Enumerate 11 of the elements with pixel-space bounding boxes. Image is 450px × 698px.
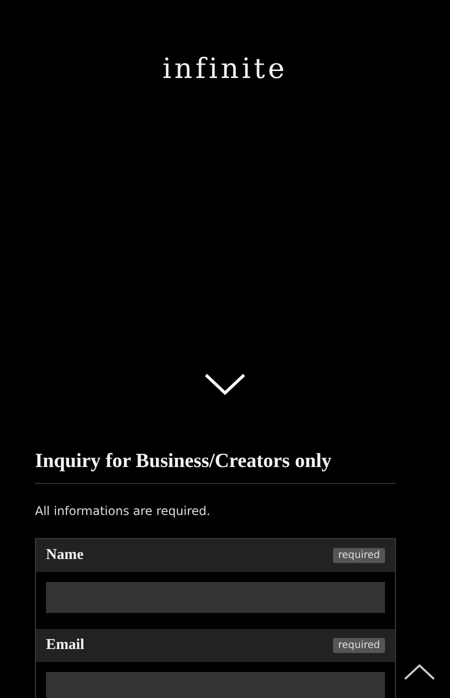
required-badge: required [333, 548, 385, 563]
section-title: Inquiry for Business/Creators only [35, 450, 396, 484]
input-field[interactable] [46, 672, 385, 698]
chevron-down-icon[interactable] [204, 373, 246, 395]
form-note: All informations are required. [35, 504, 212, 518]
site-logo[interactable]: infinite [162, 52, 288, 85]
input-field[interactable] [46, 582, 385, 613]
required-badge: required [333, 638, 385, 653]
field-label: Email [46, 637, 84, 654]
field-label: Name [46, 547, 84, 564]
back-to-top-icon[interactable] [404, 664, 435, 680]
